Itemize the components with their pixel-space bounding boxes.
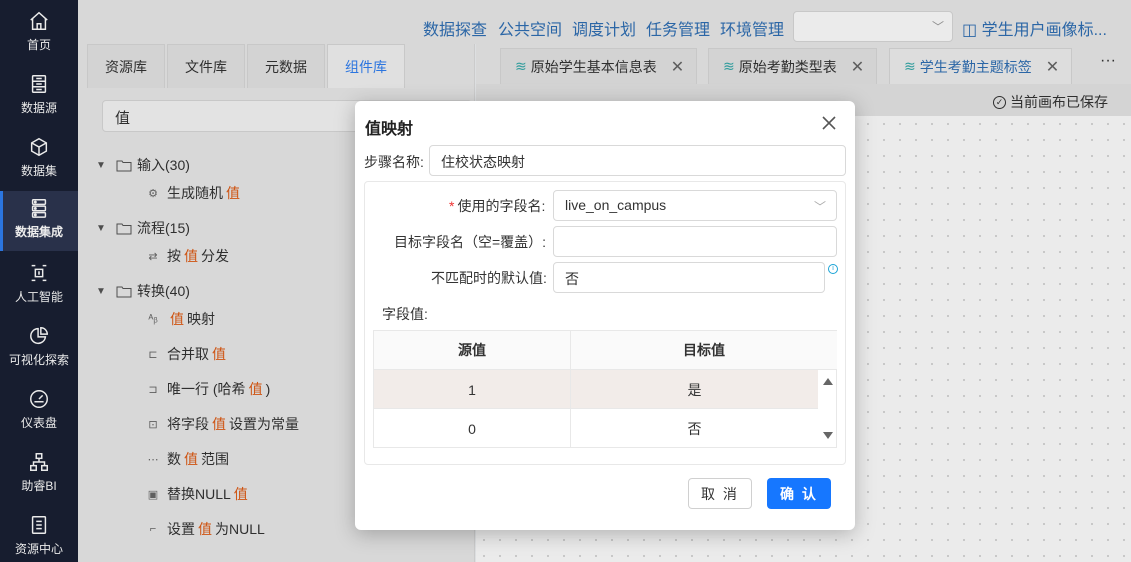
target-field-label: 目标字段名（空=覆盖）: [394,234,547,250]
field-values-label: 字段值: [382,306,428,322]
default-value-input[interactable]: 否 [553,262,825,293]
field-name-label: * 使用的字段名: [449,196,545,216]
source-value-cell[interactable]: 0 [374,409,570,448]
confirm-button[interactable]: 确 认 [767,478,831,509]
column-header-target: 目标值 [571,331,837,370]
scroll-down-icon[interactable] [823,432,833,439]
table-scrollbar[interactable] [818,370,837,448]
target-value-cell[interactable]: 是 [571,370,818,409]
table-row[interactable]: 0 否 [374,409,818,448]
chevron-down-icon: ﹀ [813,200,826,214]
column-divider [570,331,571,447]
field-name-select[interactable]: live_on_campus ﹀ [553,190,837,221]
value-mapping-dialog: 值映射 步骤名称: 住校状态映射 * 使用的字段名: live_on_campus… [355,101,855,530]
cancel-button[interactable]: 取 消 [688,478,752,509]
step-name-label: 步骤名称: [364,154,424,170]
dialog-title: 值映射 [365,121,414,138]
target-field-input[interactable] [553,226,837,257]
step-name-input[interactable]: 住校状态映射 [429,145,846,176]
required-mark: * [449,198,455,214]
default-value-label: 不匹配时的默认值: [431,270,547,286]
scroll-up-icon[interactable] [823,378,833,385]
info-icon[interactable]: i [828,264,838,274]
field-name-value: live_on_campus [565,197,667,213]
target-value-cell[interactable]: 否 [571,409,818,448]
close-icon[interactable] [819,113,839,133]
table-row[interactable]: 1 是 [374,370,818,409]
source-value-cell[interactable]: 1 [374,370,570,409]
value-mapping-table: 源值 目标值 1 是 0 否 [373,330,837,448]
field-name-label-text: 使用的字段名: [457,198,546,214]
column-header-source: 源值 [374,331,570,370]
